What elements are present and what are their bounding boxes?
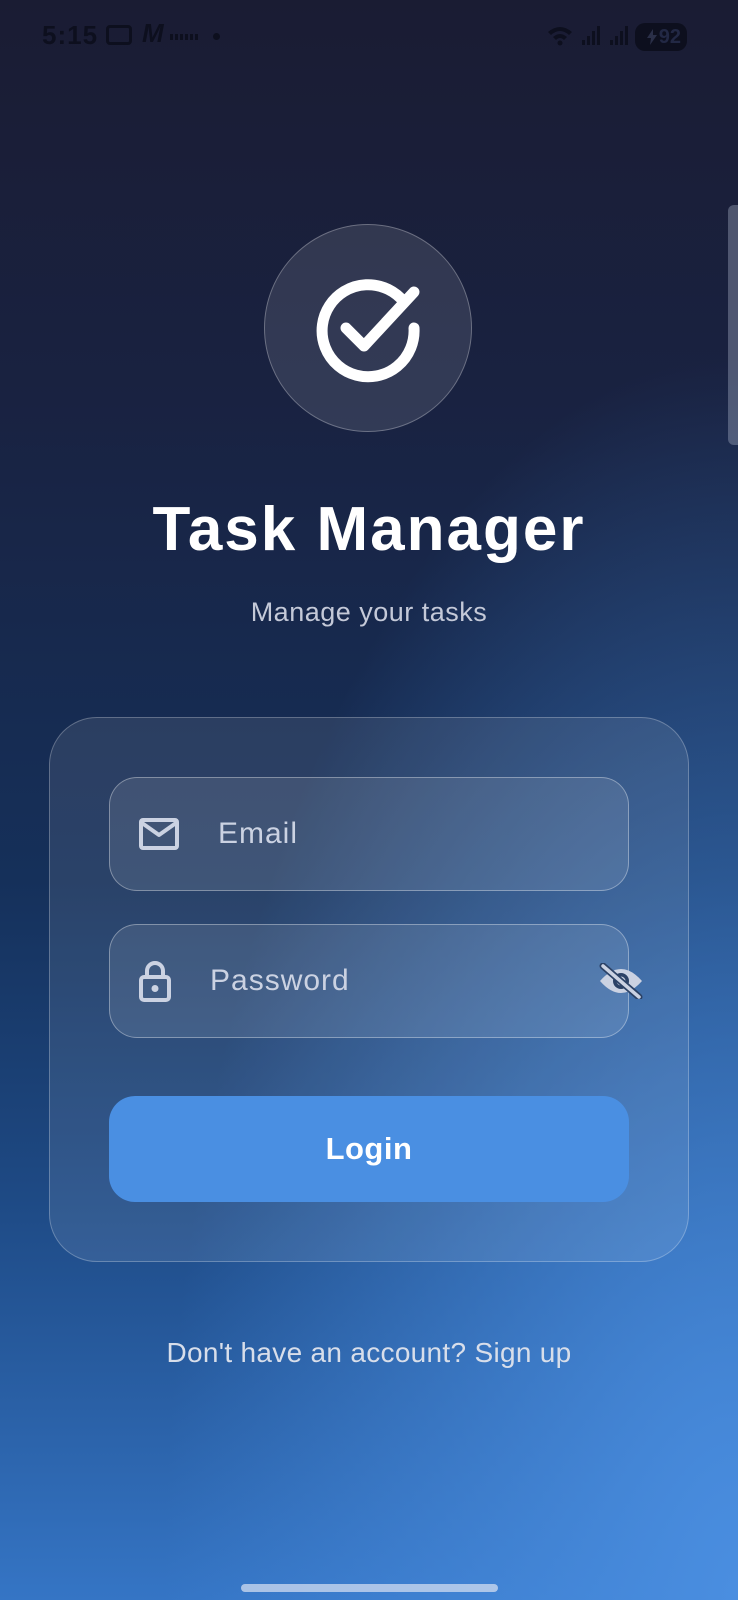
login-button[interactable]: Login [109, 1096, 629, 1202]
page-title: Task Manager [152, 495, 586, 564]
login-card: Login [49, 717, 689, 1262]
signup-link[interactable]: Don't have an account? Sign up [0, 1337, 738, 1369]
mail-icon [138, 813, 180, 855]
bolt-icon [646, 29, 657, 45]
notification-icon [170, 34, 198, 40]
scrollbar[interactable] [728, 205, 738, 445]
check-circle-icon [316, 279, 420, 383]
status-bar: 5:15 M 92 [0, 0, 738, 74]
eye-off-icon[interactable] [598, 960, 644, 1002]
email-input[interactable] [216, 816, 628, 852]
wifi-icon [548, 27, 572, 46]
m-icon: M [142, 18, 164, 48]
lock-icon [138, 960, 172, 1002]
screenshot-icon [106, 25, 132, 45]
status-time: 5:15 [42, 20, 99, 50]
password-input[interactable] [208, 963, 598, 999]
home-indicator[interactable] [241, 1584, 498, 1592]
dot-icon [213, 33, 220, 40]
email-field[interactable] [109, 777, 629, 891]
signal-icon [610, 26, 628, 45]
battery-charging-icon: 92 [635, 23, 687, 51]
page-subtitle: Manage your tasks [250, 597, 488, 627]
battery-level: 92 [658, 25, 681, 48]
signal-icon [582, 26, 600, 45]
password-field[interactable] [109, 924, 643, 1038]
app-logo [264, 224, 472, 432]
